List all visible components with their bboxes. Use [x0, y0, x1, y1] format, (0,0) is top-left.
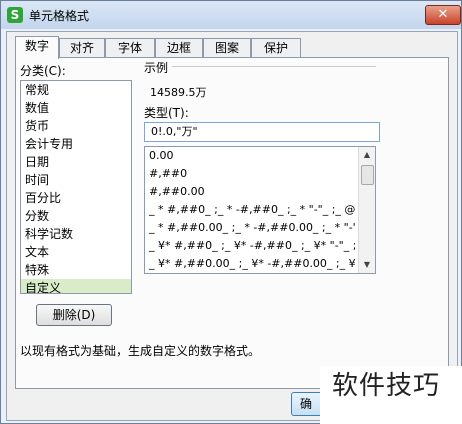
format-item[interactable]: _ * #,##0_ ;_ * -#,##0_ ;_ * "-"_ ;_ @_ — [145, 201, 355, 219]
scroll-thumb[interactable] — [361, 165, 374, 185]
dialog-body: 数字 对齐 字体 边框 图案 保护 分类(C): 常规 数值 货币 会计专用 日… — [6, 31, 458, 421]
category-item[interactable]: 会计专用 — [21, 135, 131, 153]
app-icon: S — [7, 7, 23, 23]
category-item[interactable]: 时间 — [21, 171, 131, 189]
tab-alignment[interactable]: 对齐 — [59, 38, 105, 58]
category-item[interactable]: 科学记数 — [21, 225, 131, 243]
type-input[interactable]: 0!.0,"万" — [144, 122, 380, 142]
sample-group: 示例 14589.5万 — [144, 59, 376, 107]
tab-number[interactable]: 数字 — [15, 36, 59, 59]
category-item[interactable]: 常规 — [21, 81, 131, 99]
scroll-up-icon[interactable]: ▲ — [359, 147, 375, 163]
watermark-text: 软件技巧 — [320, 366, 462, 424]
format-item[interactable]: _ ¥* #,##0_ ;_ ¥* -#,##0_ ;_ ¥* "-"_ ;_ … — [145, 237, 355, 255]
number-tab-panel: 分类(C): 常规 数值 货币 会计专用 日期 时间 百分比 分数 科学记数 文… — [15, 57, 449, 389]
format-item[interactable]: _ * #,##0.00_ ;_ * -#,##0.00_ ;_ * "-"??… — [145, 219, 355, 237]
close-button[interactable]: ✕ — [425, 5, 461, 25]
tab-border[interactable]: 边框 — [155, 38, 203, 58]
description-text: 以现有格式为基础，生成自定义的数字格式。 — [20, 344, 261, 358]
scroll-down-icon[interactable]: ▼ — [359, 257, 375, 273]
tab-font[interactable]: 字体 — [105, 38, 155, 58]
window-title: 单元格格式 — [29, 9, 90, 23]
category-item[interactable]: 分数 — [21, 207, 131, 225]
category-item[interactable]: 货币 — [21, 117, 131, 135]
format-cells-dialog: S 单元格格式 ✕ 数字 对齐 字体 边框 图案 保护 分类(C): 常规 数值… — [0, 0, 462, 424]
category-item[interactable]: 百分比 — [21, 189, 131, 207]
tab-protection[interactable]: 保护 — [251, 38, 301, 58]
category-item[interactable]: 日期 — [21, 153, 131, 171]
format-code-list[interactable]: 0.00 #,##0 #,##0.00 _ * #,##0_ ;_ * -#,#… — [144, 146, 376, 274]
format-item[interactable]: 0.00 — [145, 147, 355, 165]
type-label: 类型(T): — [144, 106, 189, 120]
sample-label: 示例 — [144, 59, 173, 76]
format-list-scrollbar[interactable]: ▲ ▼ — [358, 147, 375, 273]
sample-value: 14589.5万 — [150, 86, 207, 99]
delete-button[interactable]: 删除(D) — [36, 304, 112, 326]
category-item[interactable]: 文本 — [21, 243, 131, 261]
format-item[interactable]: _ ¥* #,##0.00_ ;_ ¥* -#,##0.00_ ;_ ¥* "-… — [145, 255, 355, 273]
format-item[interactable]: #,##0 — [145, 165, 355, 183]
tab-pattern[interactable]: 图案 — [203, 38, 251, 58]
format-item[interactable]: #,##0.00 — [145, 183, 355, 201]
category-item[interactable]: 数值 — [21, 99, 131, 117]
category-item[interactable]: 特殊 — [21, 261, 131, 279]
category-list[interactable]: 常规 数值 货币 会计专用 日期 时间 百分比 分数 科学记数 文本 特殊 自定… — [20, 80, 132, 294]
category-label: 分类(C): — [20, 64, 66, 78]
category-item-selected[interactable]: 自定义 — [21, 279, 131, 293]
title-bar[interactable]: S 单元格格式 ✕ — [1, 1, 461, 29]
